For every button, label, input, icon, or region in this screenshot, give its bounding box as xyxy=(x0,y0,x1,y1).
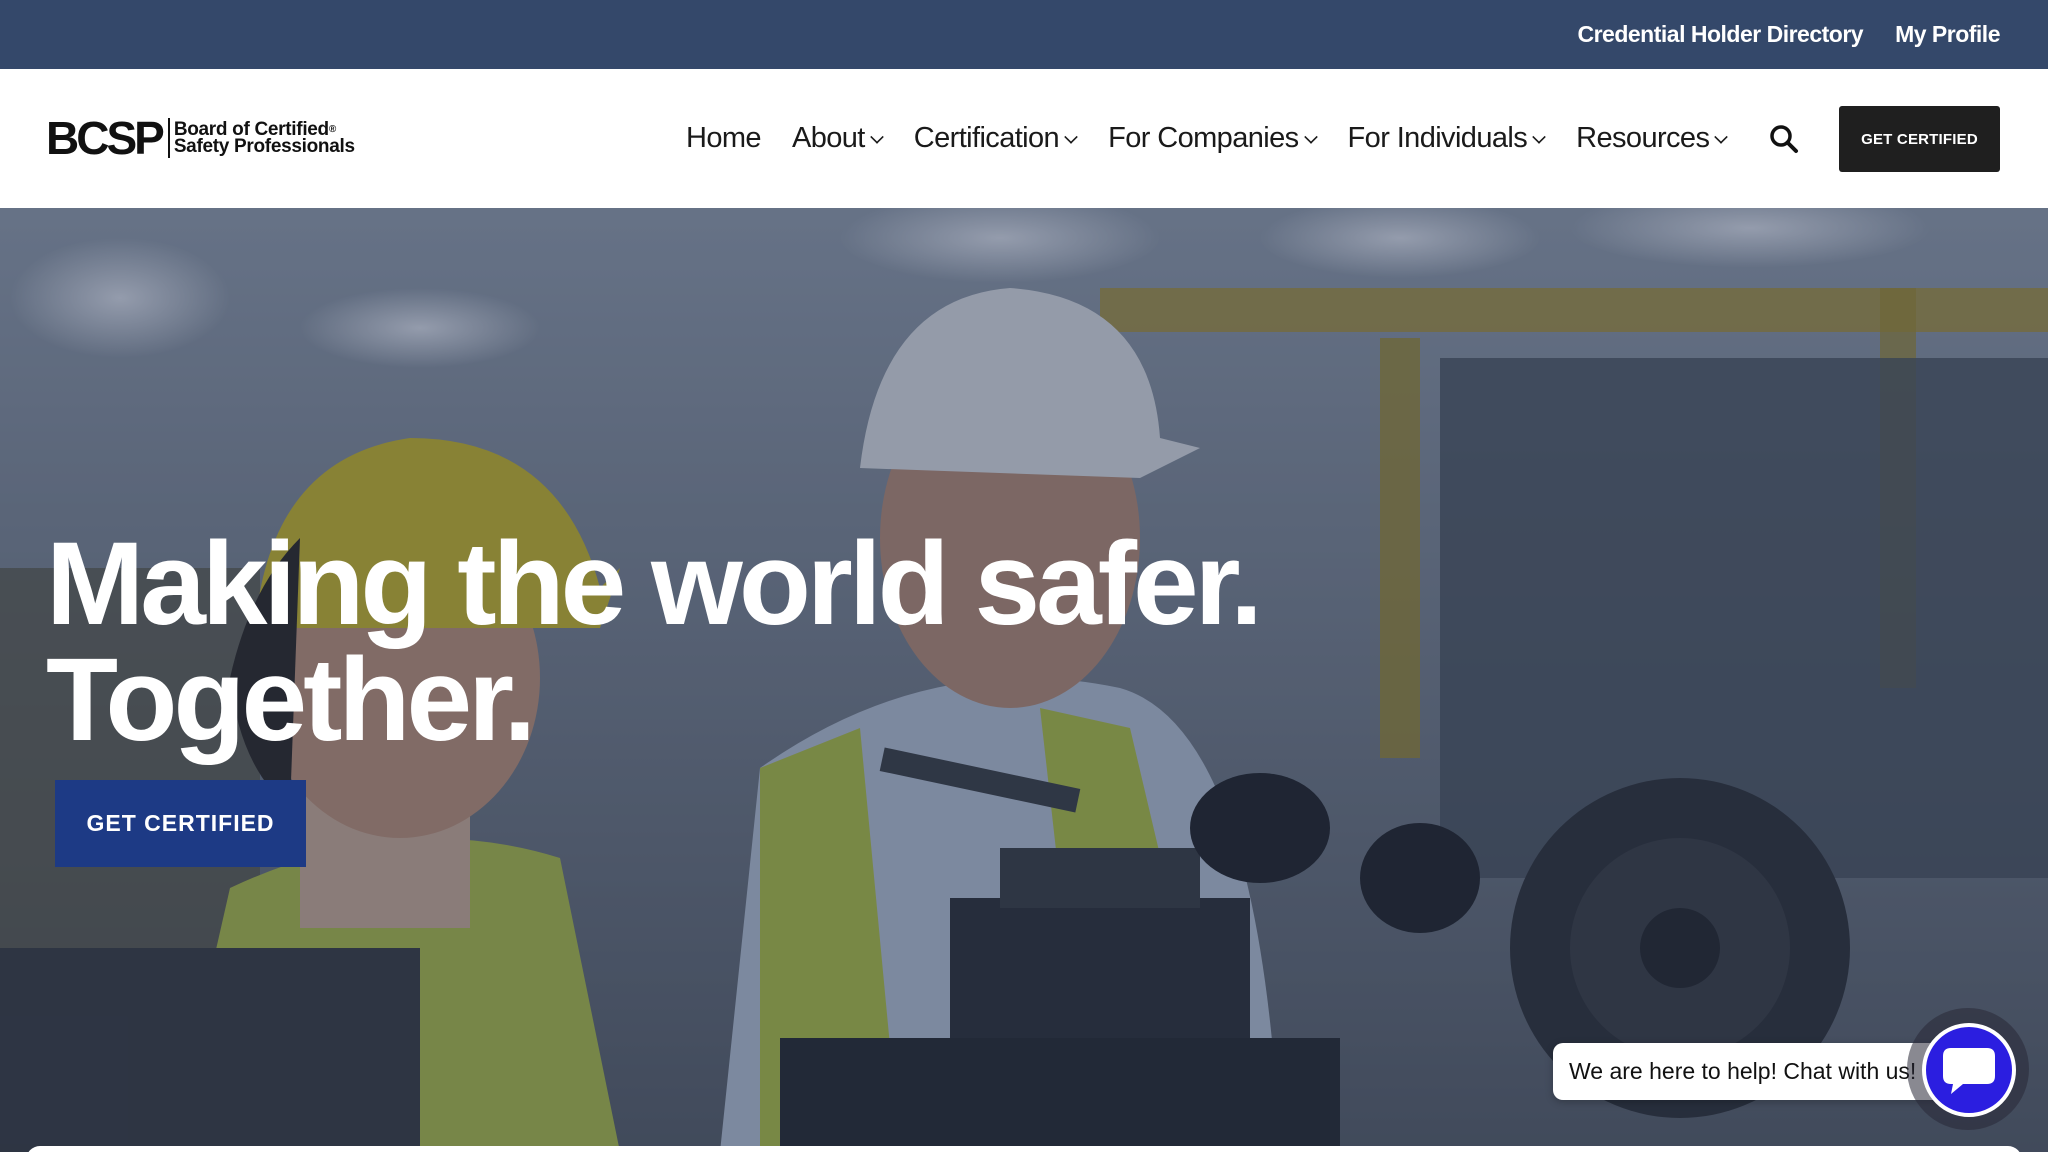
credential-holder-directory-link[interactable]: Credential Holder Directory xyxy=(1577,21,1863,48)
my-profile-link[interactable]: My Profile xyxy=(1895,21,2000,48)
chevron-down-icon xyxy=(1303,129,1318,144)
chevron-down-icon xyxy=(1064,129,1078,144)
nav-item-for-individuals[interactable]: For Individuals xyxy=(1348,122,1546,155)
utility-bar: Credential Holder Directory My Profile xyxy=(0,0,2048,69)
nav-item-label: For Companies xyxy=(1108,122,1299,154)
nav-item-certification[interactable]: Certification xyxy=(913,122,1078,155)
logo-divider xyxy=(167,118,170,158)
hero-get-certified-button[interactable]: GET CERTIFIED xyxy=(55,780,306,867)
content-card-edge xyxy=(26,1146,2022,1152)
main-header: BCSP Board of Certified® Safety Professi… xyxy=(0,69,2048,208)
chevron-down-icon xyxy=(1532,129,1546,144)
nav-item-home[interactable]: Home xyxy=(686,122,762,155)
nav-item-label: Resources xyxy=(1576,122,1710,154)
hero-title-line-2: Together. xyxy=(46,634,536,766)
header-get-certified-button[interactable]: GET CERTIFIED xyxy=(1839,106,2000,172)
hero-title-line-1: Making the world safer. xyxy=(46,518,1263,650)
chevron-down-icon xyxy=(869,129,884,144)
chat-prompt-bubble[interactable]: We are here to help! Chat with us! xyxy=(1553,1043,1953,1100)
nav-item-label: About xyxy=(791,122,865,154)
nav-item-about[interactable]: About xyxy=(791,122,884,155)
hero-title: Making the world safer. Together. xyxy=(46,525,1346,759)
logo-text: Board of Certified® Safety Professionals xyxy=(173,120,355,157)
nav-item-label: For Individuals xyxy=(1347,122,1528,154)
hero-section: Making the world safer. Together. GET CE… xyxy=(0,208,2048,1152)
nav-item-for-companies[interactable]: For Companies xyxy=(1108,122,1318,155)
chat-launcher-button[interactable] xyxy=(1922,1023,2016,1117)
nav-item-label: Home xyxy=(686,122,762,154)
site-logo[interactable]: BCSP Board of Certified® Safety Professi… xyxy=(46,115,355,161)
primary-nav: Home About Certification For Companies F… xyxy=(686,69,1758,208)
chat-icon xyxy=(1943,1048,1995,1094)
chevron-down-icon xyxy=(1714,129,1729,144)
nav-item-label: Certification xyxy=(913,122,1060,154)
search-icon[interactable] xyxy=(1768,123,1800,155)
logo-line-2: Safety Professionals xyxy=(173,136,355,157)
registered-mark: ® xyxy=(328,124,336,135)
nav-item-resources[interactable]: Resources xyxy=(1576,122,1729,155)
logo-mark: BCSP xyxy=(46,112,165,164)
